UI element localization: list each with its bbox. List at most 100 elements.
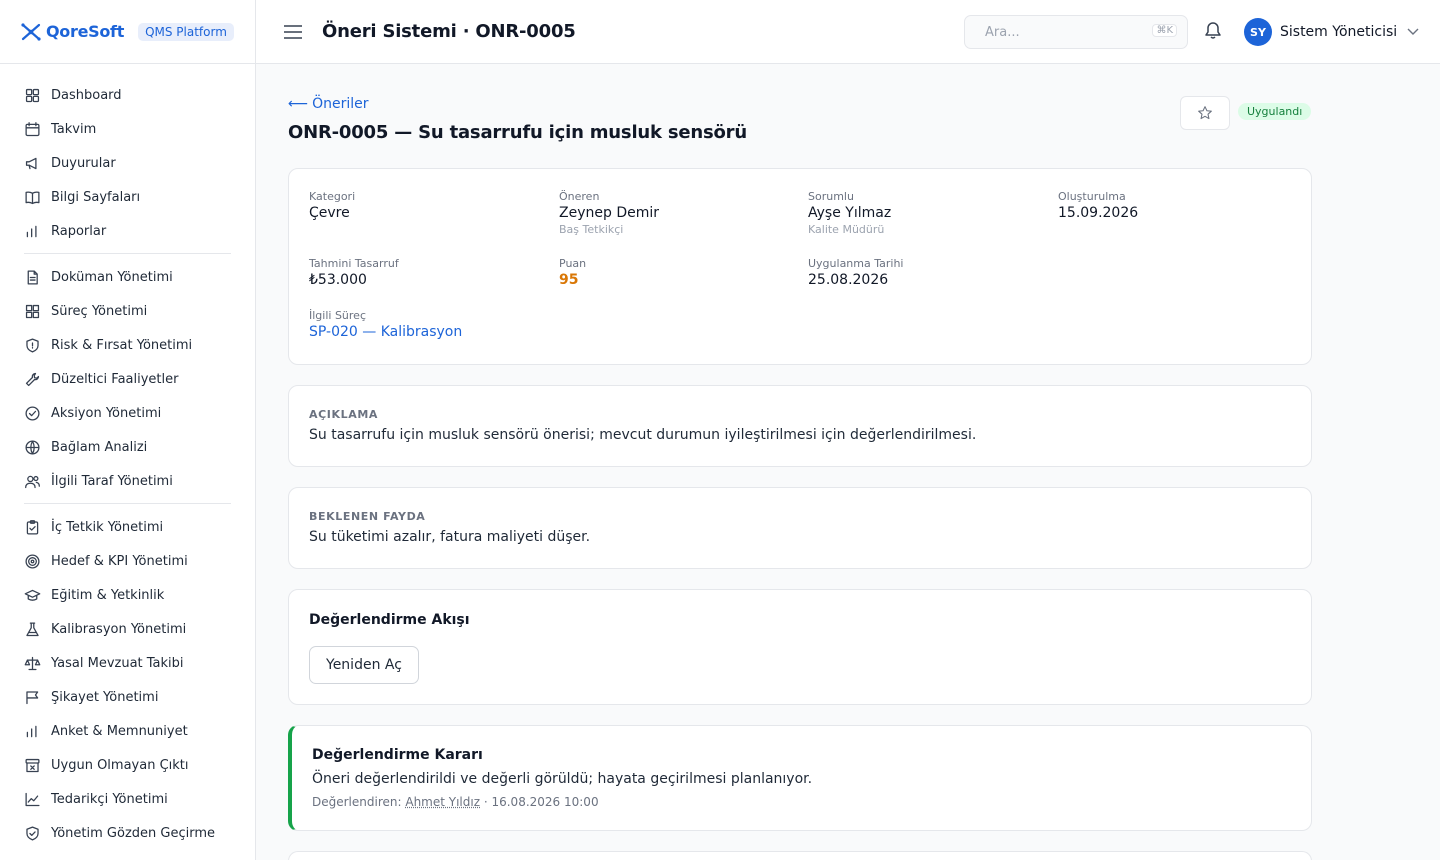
decision-title: Değerlendirme Kararı	[312, 747, 483, 763]
field-value: Ayşe Yılmaz	[808, 205, 892, 221]
sidebar-item-label: İlgili Taraf Yönetimi	[51, 473, 173, 489]
bar-chart-icon	[26, 225, 37, 237]
field-uygulanma: Uygulanma Tarihi 25.08.2026	[808, 257, 903, 288]
field-surec: İlgili Süreç SP-020 — Kalibrasyon	[309, 309, 462, 340]
sidebar-item-label: Bağlam Analizi	[51, 439, 148, 455]
sidebar-item[interactable]: Düzeltici Faaliyetler	[24, 362, 231, 396]
sidebar-item-label: Anket & Memnuniyet	[51, 723, 188, 739]
sidebar-item[interactable]: Süreç Yönetimi	[24, 294, 231, 328]
sidebar-divider	[24, 253, 231, 254]
field-label: Puan	[559, 257, 587, 270]
decision-time: · 16.08.2026 10:00	[483, 795, 599, 809]
sidebar-divider	[24, 503, 231, 504]
description-card: AÇIKLAMA Su tasarrufu için musluk sensör…	[288, 385, 1312, 467]
line-chart-icon	[25, 792, 40, 806]
qoresoft-logo-icon	[21, 22, 41, 41]
sidebar-item[interactable]: Bilgi Sayfaları	[24, 180, 231, 214]
field-olusturulma: Oluşturulma 15.09.2026	[1058, 190, 1138, 221]
sidebar-item-label: Yönetim Gözden Geçirme	[51, 825, 215, 841]
sidebar-item[interactable]: Aksiyon Yönetimi	[24, 396, 231, 430]
sidebar-item[interactable]: İlgili Taraf Yönetimi	[24, 464, 231, 498]
field-value: Çevre	[309, 205, 350, 221]
sidebar-item[interactable]: Dashboard	[24, 78, 231, 112]
score-value: 95	[559, 272, 579, 288]
field-label: Kategori	[309, 190, 356, 203]
decision-by-label: Değerlendiren:	[312, 795, 402, 809]
shield-check-icon	[26, 825, 39, 841]
avatar: SY	[1244, 18, 1272, 46]
field-label: Uygulanma Tarihi	[808, 257, 904, 270]
detail-title: ONR-0005 — Su tasarrufu için musluk sens…	[288, 122, 747, 143]
user-menu[interactable]: SY Sistem Yöneticisi	[1244, 18, 1419, 46]
sidebar-item-label: Bilgi Sayfaları	[51, 189, 141, 205]
sidebar-item-label: Yasal Mevzuat Takibi	[51, 655, 184, 671]
benefit-label: BEKLENEN FAYDA	[309, 510, 426, 523]
sidebar-item-label: Dashboard	[51, 87, 122, 103]
field-value: Zeynep Demir	[559, 205, 659, 221]
sidebar-item-label: Doküman Yönetimi	[51, 269, 173, 285]
field-label: Tahmini Tasarruf	[309, 257, 399, 270]
decision-meta: Değerlendiren: Ahmet Yıldız · 16.08.2026…	[312, 795, 599, 809]
sidebar-item[interactable]: Risk & Fırsat Yönetimi	[24, 328, 231, 362]
menu-toggle-button[interactable]	[282, 21, 304, 43]
sidebar-item[interactable]: Eğitim & Yetkinlik	[24, 578, 231, 612]
survey-chart-icon	[26, 725, 37, 737]
decision-text: Öneri değerlendirildi ve değerli görüldü…	[312, 771, 813, 787]
sidebar-item[interactable]: Bağlam Analizi	[24, 430, 231, 464]
sidebar-item-label: Eğitim & Yetkinlik	[51, 587, 165, 603]
sidebar-item[interactable]: Duyurular	[24, 146, 231, 180]
target-icon	[25, 553, 40, 569]
description-label: AÇIKLAMA	[309, 408, 378, 421]
field-tasarruf: Tahmini Tasarruf ₺53.000	[309, 257, 399, 288]
sidebar-item[interactable]: Şikayet Yönetimi	[24, 680, 231, 714]
page-title: Öneri Sistemi · ONR-0005	[322, 21, 576, 42]
field-oneren: Öneren Zeynep Demir Baş Tetkikçi	[559, 190, 659, 236]
evaluator-link[interactable]: Ahmet Yıldız	[405, 795, 480, 809]
sidebar-item[interactable]: Kalibrasyon Yönetimi	[24, 612, 231, 646]
book-icon	[25, 190, 40, 204]
sidebar-item-label: Duyurular	[51, 155, 116, 171]
sidebar-item[interactable]: Tedarikçi Yönetimi	[24, 782, 231, 816]
search-input[interactable]	[985, 24, 1135, 40]
back-to-list-link[interactable]: ⟵ Öneriler	[288, 96, 369, 112]
sidebar-item-label: Düzeltici Faaliyetler	[51, 371, 179, 387]
field-kategori: Kategori Çevre	[309, 190, 355, 221]
field-label: Sorumlu	[808, 190, 854, 203]
sidebar-item[interactable]: Takvim	[24, 112, 231, 146]
sidebar-item[interactable]: Doküman Yönetimi	[24, 260, 231, 294]
sidebar-item[interactable]: Raporlar	[24, 214, 231, 248]
sidebar-item-label: Tedarikçi Yönetimi	[51, 791, 168, 807]
field-sorumlu: Sorumlu Ayşe Yılmaz Kalite Müdürü	[808, 190, 891, 236]
sidebar-item-label: Takvim	[51, 121, 97, 137]
sidebar-item[interactable]: Anket & Memnuniyet	[24, 714, 231, 748]
sidebar-item[interactable]: Uygun Olmayan Çıktı	[24, 748, 231, 782]
scale-icon	[24, 656, 41, 670]
sidebar-item-label: Risk & Fırsat Yönetimi	[51, 337, 193, 353]
sidebar-item-label: Raporlar	[51, 223, 107, 239]
top-bar: Öneri Sistemi · ONR-0005 ⌘K SY Sistem Yö…	[256, 0, 1440, 64]
arrow-left-icon: ⟵	[288, 96, 309, 112]
status-badge: Uygulandı	[1238, 103, 1312, 120]
flask-icon	[26, 621, 39, 636]
qoresoft-logo[interactable]: QoreSoft	[20, 21, 124, 43]
sidebar-item[interactable]: Yasal Mevzuat Takibi	[24, 646, 231, 680]
sidebar-item[interactable]: Hedef & KPI Yönetimi	[24, 544, 231, 578]
sidebar-item-label: Süreç Yönetimi	[51, 303, 148, 319]
favorite-button[interactable]	[1180, 96, 1230, 130]
related-process-link[interactable]: SP-020 — Kalibrasyon	[309, 324, 462, 340]
sidebar-item[interactable]: İç Tetkik Yönetimi	[24, 510, 231, 544]
sidebar-item-label: İç Tetkik Yönetimi	[51, 519, 164, 535]
sidebar: QoreSoft QMS Platform Dashboard Takvim Duy…	[0, 0, 256, 860]
megaphone-icon	[25, 157, 37, 169]
back-link-label: Öneriler	[312, 96, 369, 112]
search-box[interactable]: ⌘K	[964, 15, 1188, 49]
sidebar-item-label: Aksiyon Yönetimi	[51, 405, 162, 421]
sidebar-item[interactable]: Yönetim Gözden Geçirme	[24, 816, 231, 850]
process-grid-icon	[25, 304, 40, 318]
globe-icon	[25, 439, 40, 455]
hamburger-icon	[284, 24, 302, 39]
field-value: ₺53.000	[309, 272, 367, 288]
reopen-button[interactable]: Yeniden Aç	[309, 646, 419, 684]
field-label: Öneren	[559, 190, 600, 203]
notifications-button[interactable]	[1204, 20, 1224, 42]
